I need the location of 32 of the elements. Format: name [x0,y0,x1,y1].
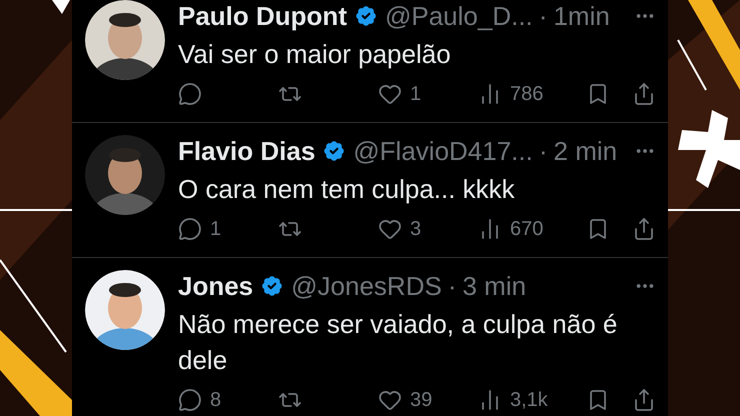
post-text: Não merece ser vaiado, a culpa não é dele [178,308,618,377]
reply-icon[interactable] [178,82,202,106]
like-icon[interactable] [378,217,402,241]
count-label: 1 [210,217,222,242]
like-icon[interactable] [378,388,402,412]
count-label: 8 [210,388,222,413]
user-handle[interactable]: @JonesRDS [291,270,442,302]
count-label: 3 [410,217,422,242]
post-text: Vai ser o maior papelão [178,38,452,71]
user-handle[interactable]: @Paulo_D... [384,0,533,32]
like-icon[interactable] [378,82,402,106]
post-time[interactable]: 1min [553,0,610,32]
post-text: O cara nem tem culpa... kkkk [178,173,516,206]
post-time[interactable]: 3 min [462,270,526,302]
count-label: 1 [410,82,422,107]
count-label: 39 [410,388,432,413]
separator-dot: · [448,270,456,302]
user-handle[interactable]: @FlavioD417... [353,135,533,167]
user-name[interactable]: Paulo Dupont [178,0,347,32]
user-name[interactable]: Flavio Dias [178,135,316,167]
count-label: 786 [510,82,544,107]
separator-dot: · [538,135,548,167]
count-label: 3,1k [510,388,548,413]
separator-dot: · [538,0,548,32]
share-icon[interactable] [632,388,656,412]
share-icon[interactable] [632,217,656,241]
reply-icon[interactable] [178,388,202,412]
share-icon[interactable] [632,82,656,106]
post-time[interactable]: 2 min [554,135,618,167]
count-label: 670 [510,217,544,242]
user-name[interactable]: Jones [178,270,254,302]
reply-icon[interactable] [178,217,202,241]
